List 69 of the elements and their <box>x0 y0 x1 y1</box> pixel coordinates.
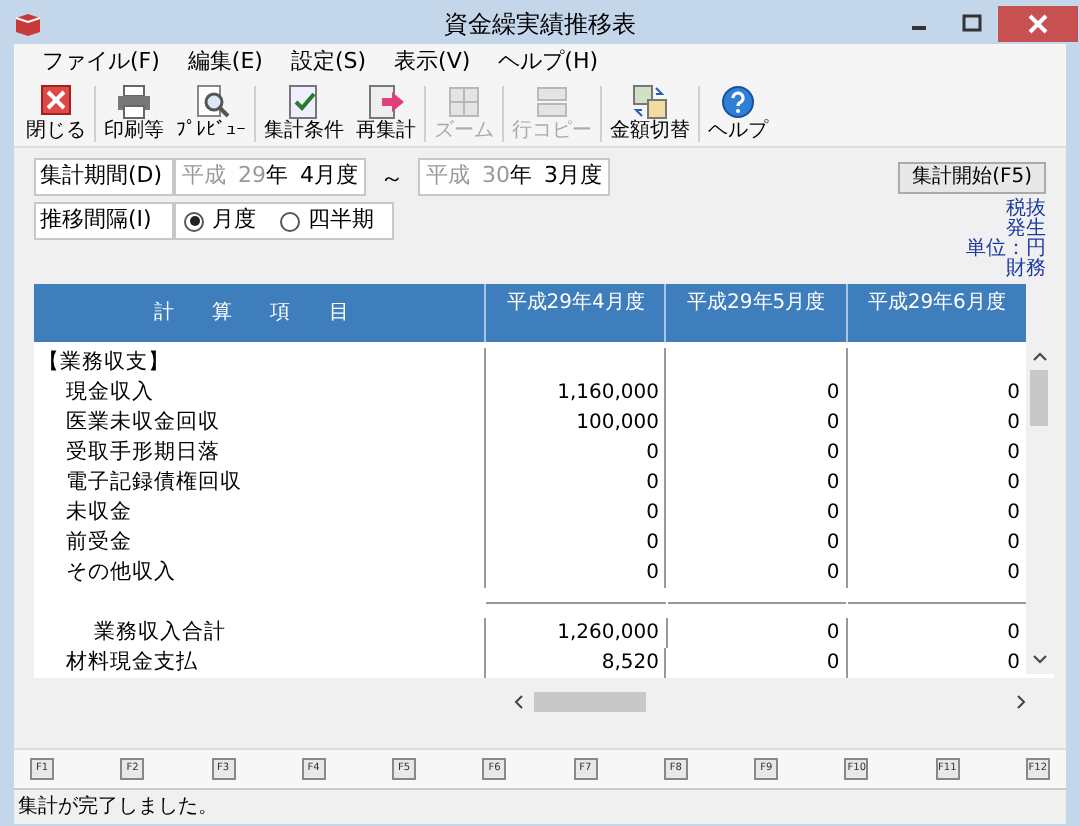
table-cell-text: 1,160,000 <box>557 380 659 408</box>
swap-icon <box>630 83 670 119</box>
table-cell-text: 0 <box>1007 410 1021 438</box>
radio-button[interactable] <box>280 211 300 231</box>
table-cell-text: 0 <box>826 500 840 528</box>
row-label: 受取手形期日落 <box>64 438 222 468</box>
menu-item[interactable]: 編集(E) <box>175 45 275 79</box>
table-cell-text: 100,000 <box>576 410 659 438</box>
field-label: 集計期間(D) <box>34 158 174 196</box>
table-cell-text: 0 <box>646 440 659 468</box>
note-text: 発生 <box>1006 220 1046 240</box>
row-label: 業務収入合計 <box>92 618 228 648</box>
toolbar-button[interactable]: 再集計 <box>350 83 422 143</box>
table-cell-text: 0 <box>826 620 840 648</box>
row-label: 【業務収支】 <box>36 348 172 378</box>
app-icon <box>14 11 42 35</box>
row-label: 前受金 <box>64 528 134 558</box>
field-label: 推移間隔(I) <box>34 202 174 240</box>
row-label: 電子記録債権回収 <box>64 468 244 498</box>
table-cell-text: 8,520 <box>601 650 659 678</box>
menu-item[interactable]: ヘルプ(H) <box>486 45 611 79</box>
radio-option[interactable]: 四半期 <box>280 204 374 238</box>
table-cell-text: 0 <box>1007 470 1021 498</box>
range-separator: ～ <box>378 161 406 195</box>
close-icon[interactable] <box>998 5 1078 41</box>
table-cell-text: 0 <box>1007 650 1021 678</box>
table-cell-text: 0 <box>1007 380 1021 408</box>
toolbar-button[interactable]: ﾌﾟﾚﾋﾞｭｰ <box>170 83 252 143</box>
toolbar-button[interactable]: 印刷等 <box>98 83 170 143</box>
note-text: 財務 <box>1006 260 1046 280</box>
row-label: 医業未収金回収 <box>64 408 222 438</box>
toolbar-button[interactable]: 集計条件 <box>258 83 350 143</box>
date-field[interactable]: 平成 30年 3月度 <box>418 158 610 196</box>
table-cell-text: 0 <box>1007 530 1021 558</box>
table-cell-text: 1,260,000 <box>557 620 660 648</box>
table-cell-text: 0 <box>826 440 840 468</box>
row-label: 現金収入 <box>64 378 156 408</box>
table-cell-text: 0 <box>826 530 840 558</box>
start-button[interactable]: 集計開始(F5) <box>898 162 1046 194</box>
note-text: 単位：円 <box>966 240 1046 260</box>
table-cell-text: 0 <box>826 410 840 438</box>
date-field[interactable]: 平成 29年 4月度 <box>174 158 366 196</box>
menu-item[interactable]: 表示(V) <box>382 45 483 79</box>
menu-item[interactable]: 設定(S) <box>278 45 379 79</box>
radio-button[interactable] <box>184 211 204 231</box>
radio-option[interactable]: 月度 <box>184 204 256 238</box>
table-cell-text: 0 <box>646 530 659 558</box>
table-cell-text: 0 <box>646 500 659 528</box>
window-title: 資金繰実績推移表 <box>444 7 636 41</box>
table-cell-text: 0 <box>1007 620 1020 648</box>
note-text: 税抜 <box>1006 200 1046 220</box>
status-text: 集計が完了しました。 <box>18 793 218 822</box>
row-label: 未収金 <box>64 498 134 528</box>
toolbar-button[interactable]: ヘルプ <box>702 83 774 143</box>
table-cell-text: 0 <box>1007 500 1021 528</box>
table-cell-text: 0 <box>826 560 840 588</box>
row-label: その他収入 <box>64 558 178 588</box>
row-label: 材料現金支払 <box>64 648 200 678</box>
table-cell-text: 0 <box>1007 560 1021 588</box>
table-cell-text: 0 <box>826 650 840 678</box>
table-cell-text: 0 <box>826 380 840 408</box>
toolbar-button[interactable]: 閉じる <box>20 83 92 143</box>
table-cell-text: 0 <box>646 470 659 498</box>
menu-item[interactable]: ファイル(F) <box>30 45 172 79</box>
table-cell-text: 0 <box>646 560 659 588</box>
table-cell-text: 0 <box>1007 440 1021 468</box>
table-cell-text: 0 <box>826 470 840 498</box>
toolbar-button[interactable]: 金額切替 <box>604 83 696 143</box>
column-header: 計 算 項 目 <box>151 299 367 328</box>
